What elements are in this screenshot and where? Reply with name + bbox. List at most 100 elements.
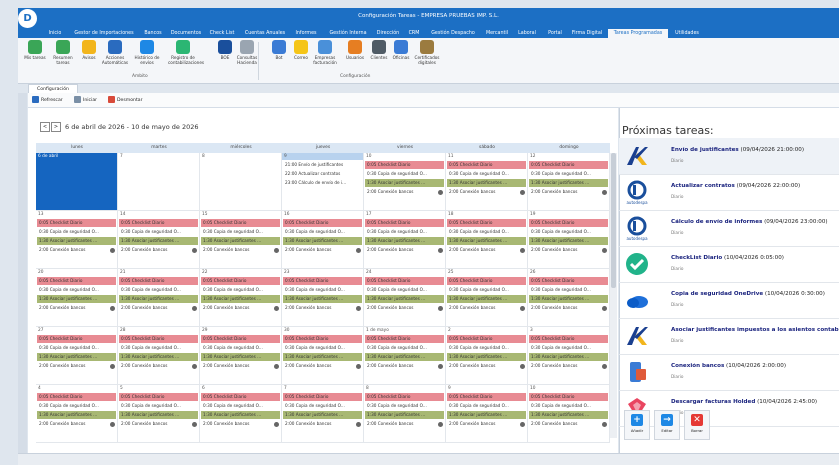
calendar-event[interactable]: 1:30 Asociar justificantes ... <box>283 237 362 245</box>
calendar-day-cell[interactable]: 7 <box>118 153 200 211</box>
calendar-event[interactable]: 0:30 Copia de seguridad O... <box>119 344 198 352</box>
upcoming-task-row[interactable]: Envío de justificantes (09/04/2026 21:00… <box>619 138 839 175</box>
calendar-event[interactable]: 2:00 Conexión bancos <box>529 246 608 254</box>
calendar-event[interactable]: 0:30 Copia de seguridad O... <box>447 286 526 294</box>
calendar-day-cell[interactable]: 20 0:05 Checklist Diario 0:30 Copia de seg… <box>36 269 118 327</box>
ribbon-mis-tareas-button[interactable]: Mis tareas <box>20 40 50 60</box>
calendar-event[interactable]: 1:30 Asociar justificantes ... <box>201 411 280 419</box>
calendar-event[interactable]: 0:05 Checklist Diario <box>365 219 444 227</box>
calendar-event[interactable]: 0:30 Copia de seguridad O... <box>283 286 362 294</box>
calendar-event[interactable]: 0:30 Copia de seguridad O... <box>201 286 280 294</box>
calendar-event[interactable]: 0:30 Copia de seguridad O... <box>283 402 362 410</box>
calendar-event[interactable]: 0:05 Checklist Diario <box>37 219 116 227</box>
next-range-button[interactable]: > <box>51 122 61 132</box>
upcoming-task-row[interactable]: Descargar facturas Holded (10/04/2026 2:… <box>619 390 839 427</box>
calendar-event[interactable]: 0:30 Copia de seguridad O... <box>447 402 526 410</box>
ribbon-registro-de-contabilizaciones-button[interactable]: Registro de contabilizaciones <box>168 40 204 65</box>
calendar-event[interactable]: 1:30 Asociar justificantes ... <box>37 237 116 245</box>
calendar-event[interactable]: 0:05 Checklist Diario <box>283 219 362 227</box>
calendar-event[interactable]: 2:00 Conexión bancos <box>529 188 608 196</box>
calendar-event[interactable]: 1:30 Asociar justificantes ... <box>283 411 362 419</box>
calendar-event[interactable]: 1:30 Asociar justificantes ... <box>37 295 116 303</box>
menu-cuentas-anuales[interactable]: Cuentas Anuales <box>240 29 290 38</box>
calendar-event[interactable]: 0:30 Copia de seguridad O... <box>529 286 608 294</box>
calendar-day-cell[interactable]: 6 de abril <box>36 153 118 211</box>
calendar-scrollbar[interactable] <box>610 153 617 438</box>
calendar-event[interactable]: 0:05 Checklist Diario <box>447 335 526 343</box>
calendar-event[interactable]: 2:00 Conexión bancos <box>119 304 198 312</box>
calendar-event[interactable]: 1:30 Asociar justificantes ... <box>529 353 608 361</box>
calendar-event[interactable]: 0:30 Copia de seguridad O... <box>365 228 444 236</box>
calendar-event[interactable]: 0:30 Copia de seguridad O... <box>529 170 608 178</box>
calendar-event[interactable]: 0:30 Copia de seguridad O... <box>201 228 280 236</box>
upcoming-task-row[interactable]: Asociar justificantes impuestos a los as… <box>619 318 839 355</box>
upcoming-task-row[interactable]: autodespa Cálculo de envío de informes (0… <box>619 210 839 247</box>
calendar-event[interactable]: 0:30 Copia de seguridad O... <box>447 170 526 178</box>
editar-button[interactable]: → Editar <box>654 410 680 440</box>
desmontar-button[interactable]: Desmontar <box>108 96 142 104</box>
calendar-event[interactable]: 0:05 Checklist Diario <box>283 277 362 285</box>
calendar-event[interactable]: 1:30 Asociar justificantes ... <box>529 237 608 245</box>
calendar-event[interactable]: 2:00 Conexión bancos <box>365 420 444 428</box>
calendar-event[interactable]: 0:05 Checklist Diario <box>119 219 198 227</box>
calendar-event[interactable]: 1:30 Asociar justificantes ... <box>119 237 198 245</box>
upcoming-task-row[interactable]: CheckList Diario (10/04/2026 0:05:00) Dia… <box>619 246 839 283</box>
calendar-day-cell[interactable]: 1 de mayo 0:05 Checklist Diario 0:30 Copia… <box>364 327 446 385</box>
calendar-event[interactable]: 0:30 Copia de seguridad O... <box>201 402 280 410</box>
calendar-event[interactable]: 0:30 Copia de seguridad O... <box>365 286 444 294</box>
calendar-event[interactable]: 2:00 Conexión bancos <box>447 188 526 196</box>
calendar-day-cell[interactable]: 16 0:05 Checklist Diario 0:30 Copia de seg… <box>282 211 364 269</box>
calendar-event[interactable]: 2:00 Conexión bancos <box>283 246 362 254</box>
calendar-event[interactable]: 0:30 Copia de seguridad O... <box>447 228 526 236</box>
calendar-event[interactable]: 2:00 Conexión bancos <box>37 304 116 312</box>
calendar-event[interactable]: 2:00 Conexión bancos <box>365 188 444 196</box>
calendar-event[interactable]: 1:30 Asociar justificantes ... <box>447 411 526 419</box>
calendar-event[interactable]: 21:00 Envío de justificantes <box>283 161 362 169</box>
calendar-day-cell[interactable]: 10 0:05 Checklist Diario 0:30 Copia de seg… <box>528 385 610 443</box>
calendar-event[interactable]: 2:00 Conexión bancos <box>201 304 280 312</box>
calendar-event[interactable]: 1:30 Asociar justificantes ... <box>283 353 362 361</box>
menu-bancos[interactable]: Bancos <box>140 29 166 38</box>
calendar-day-cell[interactable]: 11 0:05 Checklist Diario 0:30 Copia de seg… <box>446 153 528 211</box>
calendar-event[interactable]: 0:05 Checklist Diario <box>201 277 280 285</box>
calendar-event[interactable]: 0:30 Copia de seguridad O... <box>201 344 280 352</box>
calendar-event[interactable]: 2:00 Conexión bancos <box>529 362 608 370</box>
calendar-day-cell[interactable]: 17 0:05 Checklist Diario 0:30 Copia de seg… <box>364 211 446 269</box>
calendar-event[interactable]: 0:05 Checklist Diario <box>283 393 362 401</box>
calendar-day-cell[interactable]: 14 0:05 Checklist Diario 0:30 Copia de seg… <box>118 211 200 269</box>
calendar-event[interactable]: 1:30 Asociar justificantes ... <box>119 353 198 361</box>
menu-inicio[interactable]: Inicio <box>44 29 66 38</box>
calendar-event[interactable]: 0:30 Copia de seguridad O... <box>119 286 198 294</box>
calendar-event[interactable]: 1:30 Asociar justificantes ... <box>283 295 362 303</box>
calendar-event[interactable]: 2:00 Conexión bancos <box>201 246 280 254</box>
calendar-day-cell[interactable]: 6 0:05 Checklist Diario 0:30 Copia de segu… <box>200 385 282 443</box>
calendar-event[interactable]: 22:00 Actualizar contratos <box>283 170 362 178</box>
calendar-day-cell[interactable]: 9 0:05 Checklist Diario 0:30 Copia de segu… <box>446 385 528 443</box>
calendar-day-cell[interactable]: 8 <box>200 153 282 211</box>
calendar-event[interactable]: 1:30 Asociar justificantes ... <box>447 179 526 187</box>
ribbon-certificados-digitales-button[interactable]: Certificados digitales <box>412 40 442 65</box>
ribbon-empresas-facturaci-n-button[interactable]: Empresas facturación <box>310 40 340 65</box>
calendar-event[interactable]: 0:05 Checklist Diario <box>447 277 526 285</box>
calendar-event[interactable]: 0:05 Checklist Diario <box>447 219 526 227</box>
calendar-event[interactable]: 2:00 Conexión bancos <box>365 362 444 370</box>
menu-check-list[interactable]: Check List <box>206 29 238 38</box>
menu-direcci-n[interactable]: Dirección <box>374 29 402 38</box>
calendar-event[interactable]: 2:00 Conexión bancos <box>447 304 526 312</box>
calendar-event[interactable]: 0:30 Copia de seguridad O... <box>37 402 116 410</box>
calendar-event[interactable]: 0:30 Copia de seguridad O... <box>283 228 362 236</box>
calendar-event[interactable]: 0:30 Copia de seguridad O... <box>447 344 526 352</box>
calendar-event[interactable]: 0:05 Checklist Diario <box>201 393 280 401</box>
ribbon-hist-rico-de-env-os-button[interactable]: Histórico de envíos <box>132 40 162 65</box>
calendar-event[interactable]: 1:30 Asociar justificantes ... <box>447 353 526 361</box>
ribbon-acciones-autom-ticas-button[interactable]: Acciones Automáticas <box>100 40 130 65</box>
calendar-day-cell[interactable]: 30 0:05 Checklist Diario 0:30 Copia de seg… <box>282 327 364 385</box>
calendar-event[interactable]: 1:30 Asociar justificantes ... <box>529 411 608 419</box>
calendar-day-cell[interactable]: 18 0:05 Checklist Diario 0:30 Copia de seg… <box>446 211 528 269</box>
calendar-day-cell[interactable]: 12 0:05 Checklist Diario 0:30 Copia de seg… <box>528 153 610 211</box>
calendar-event[interactable]: 23:00 Cálculo de envío de i... <box>283 179 362 187</box>
borrar-button[interactable]: ✕ Borrar <box>684 410 710 440</box>
calendar-event[interactable]: 1:30 Asociar justificantes ... <box>529 295 608 303</box>
calendar-event[interactable]: 2:00 Conexión bancos <box>447 246 526 254</box>
prev-range-button[interactable]: < <box>40 122 50 132</box>
